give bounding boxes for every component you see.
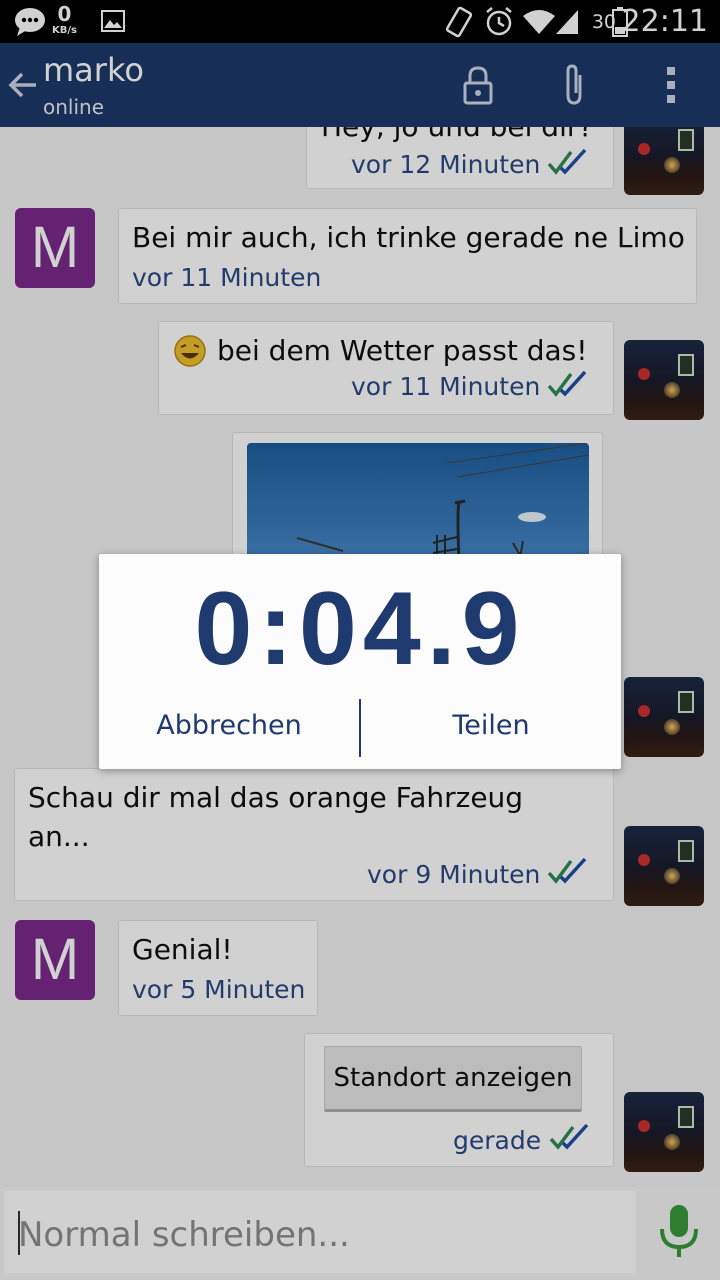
- recording-timer: 0:04.9: [194, 571, 526, 687]
- cancel-button[interactable]: Abbrechen: [99, 696, 359, 756]
- share-button[interactable]: Teilen: [361, 696, 621, 756]
- voice-recording-dialog: 0:04.9 Abbrechen Teilen: [99, 554, 621, 769]
